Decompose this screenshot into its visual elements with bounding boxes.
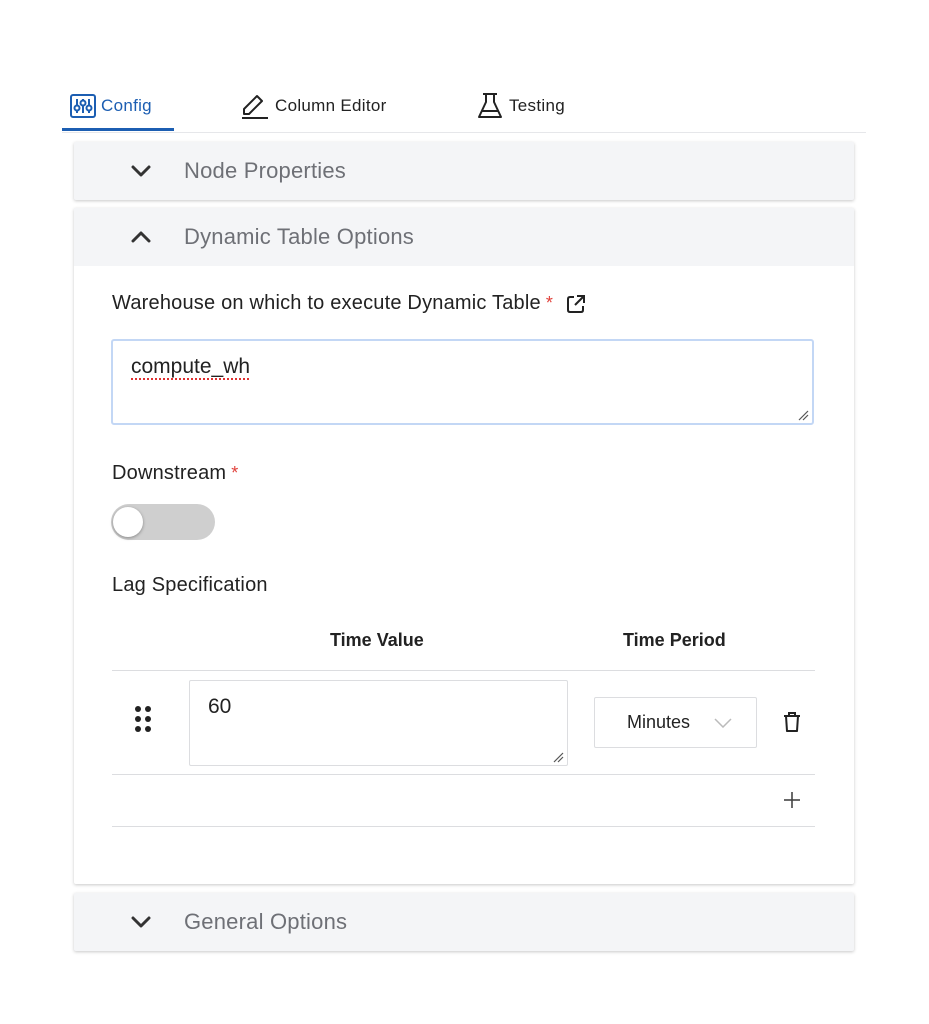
downstream-label-text: Downstream [112, 462, 227, 484]
tab-config[interactable]: Config [70, 80, 152, 132]
plus-icon[interactable] [782, 790, 802, 810]
sliders-icon [70, 94, 96, 118]
external-link-icon[interactable] [565, 293, 587, 315]
tab-column-editor[interactable]: Column Editor [240, 80, 387, 132]
flask-icon [476, 91, 504, 121]
lag-specification-label: Lag Specification [112, 574, 268, 597]
table-divider [112, 774, 815, 775]
active-tab-indicator [62, 128, 174, 131]
time-period-select[interactable]: Minutes [594, 697, 757, 748]
table-divider [112, 670, 815, 671]
lag-label-text: Lag Specification [112, 574, 268, 596]
resize-grip-icon[interactable] [552, 750, 564, 763]
tab-testing[interactable]: Testing [476, 80, 565, 132]
tab-bar: Config Column Editor Testing [62, 80, 866, 133]
time-value-text: 60 [208, 695, 232, 718]
warehouse-field-label: Warehouse on which to execute Dynamic Ta… [112, 292, 587, 315]
general-options-panel: General Options [74, 893, 854, 951]
resize-grip-icon[interactable] [797, 408, 809, 421]
warehouse-input[interactable]: compute_wh [111, 339, 814, 425]
required-marker: * [231, 463, 239, 483]
chevron-down-icon [714, 717, 732, 728]
tab-column-editor-label: Column Editor [275, 96, 387, 115]
column-header-time-period: Time Period [623, 630, 726, 650]
downstream-field-label: Downstream * [112, 462, 238, 485]
dynamic-table-options-panel: Dynamic Table Options Warehouse on which… [74, 208, 854, 884]
drag-handle-icon[interactable] [134, 705, 152, 733]
general-options-header[interactable]: General Options [74, 893, 854, 951]
tab-testing-label: Testing [509, 96, 565, 115]
node-properties-panel: Node Properties [74, 142, 854, 200]
trash-icon[interactable] [782, 711, 802, 733]
chevron-down-icon [130, 160, 152, 182]
chevron-up-icon [130, 226, 152, 248]
warehouse-input-value: compute_wh [131, 355, 251, 378]
general-options-title: General Options [184, 909, 348, 934]
time-period-value: Minutes [627, 712, 691, 732]
table-divider [112, 826, 815, 827]
chevron-down-icon [130, 911, 152, 933]
tab-config-label: Config [101, 96, 152, 115]
required-marker: * [545, 293, 554, 313]
dynamic-table-options-header[interactable]: Dynamic Table Options [74, 208, 854, 266]
time-value-input[interactable]: 60 [189, 680, 568, 766]
downstream-toggle[interactable] [111, 504, 215, 540]
node-editor: Config Column Editor Testing Node Proper… [0, 0, 929, 1024]
column-header-time-value: Time Value [330, 630, 424, 650]
node-properties-title: Node Properties [184, 158, 346, 183]
dynamic-table-options-title: Dynamic Table Options [184, 224, 415, 249]
node-properties-header[interactable]: Node Properties [74, 142, 854, 200]
pencil-icon [240, 92, 270, 120]
warehouse-label-text: Warehouse on which to execute Dynamic Ta… [112, 292, 541, 314]
toggle-knob [113, 507, 143, 537]
